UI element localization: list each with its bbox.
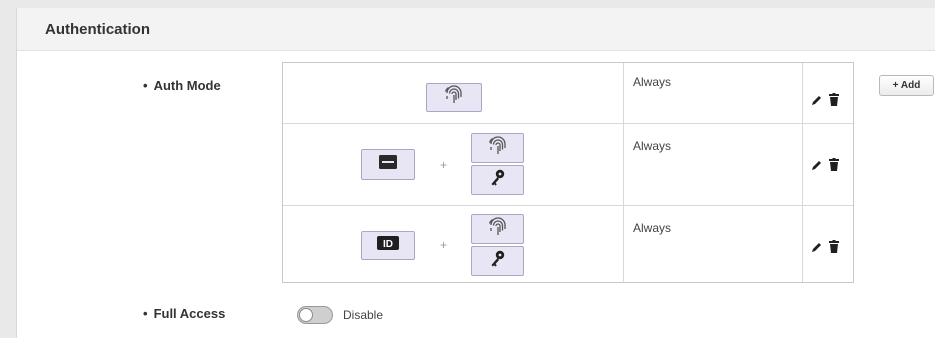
window-frame-top	[0, 0, 935, 8]
delete-trash-icon[interactable]	[829, 158, 839, 171]
plus-sign: +	[440, 158, 448, 172]
card-credential	[361, 149, 415, 180]
id-icon-text: ID	[383, 239, 393, 250]
fingerprint-icon	[444, 84, 464, 111]
full-access-value: Disable	[343, 308, 384, 322]
plus-sign: +	[440, 238, 448, 252]
actions-cell	[802, 123, 854, 205]
auth-mode-row: + Always	[283, 123, 853, 206]
delete-trash-icon[interactable]	[829, 93, 839, 106]
fingerprint-icon	[488, 135, 508, 162]
full-access-toggle[interactable]	[297, 306, 333, 324]
add-auth-mode-button[interactable]: + Add	[879, 75, 934, 96]
window-frame-left	[0, 0, 16, 338]
toggle-knob	[299, 308, 313, 322]
key-icon	[490, 169, 506, 192]
fingerprint-credential	[471, 133, 524, 163]
auth-mode-label-text: Auth Mode	[153, 78, 221, 93]
bullet: •	[143, 306, 148, 321]
key-credential	[471, 246, 524, 276]
fingerprint-credential	[471, 214, 524, 244]
delete-trash-icon[interactable]	[829, 240, 839, 253]
actions-cell	[802, 205, 854, 282]
row-actions	[811, 158, 839, 171]
auth-mode-cell	[283, 63, 624, 123]
row-actions	[811, 240, 839, 253]
auth-mode-row: Always	[283, 63, 853, 124]
schedule-text: Always	[633, 75, 672, 89]
auth-mode-label: • Auth Mode	[143, 78, 221, 93]
bullet: •	[143, 78, 148, 93]
fingerprint-icon	[488, 216, 508, 243]
key-credential	[471, 165, 524, 195]
key-icon	[490, 250, 506, 273]
schedule-text: Always	[633, 221, 672, 235]
row-actions	[811, 93, 839, 106]
edit-pencil-icon[interactable]	[811, 241, 823, 253]
panel-title: Authentication	[45, 20, 150, 38]
edit-pencil-icon[interactable]	[811, 159, 823, 171]
auth-mode-cell: ID +	[283, 205, 624, 282]
edit-pencil-icon[interactable]	[811, 94, 823, 106]
schedule-text: Always	[633, 139, 672, 153]
auth-mode-table: Always + Always ID + Always	[282, 62, 854, 283]
id-icon: ID	[377, 236, 399, 255]
full-access-label: • Full Access	[143, 306, 225, 321]
actions-cell	[802, 63, 854, 123]
id-credential: ID	[361, 231, 415, 260]
auth-mode-cell: +	[283, 123, 624, 205]
fingerprint-credential	[426, 83, 482, 112]
full-access-label-text: Full Access	[153, 306, 226, 321]
auth-mode-row: ID + Always	[283, 205, 853, 282]
panel-header: Authentication	[17, 8, 935, 51]
card-icon	[379, 155, 397, 174]
